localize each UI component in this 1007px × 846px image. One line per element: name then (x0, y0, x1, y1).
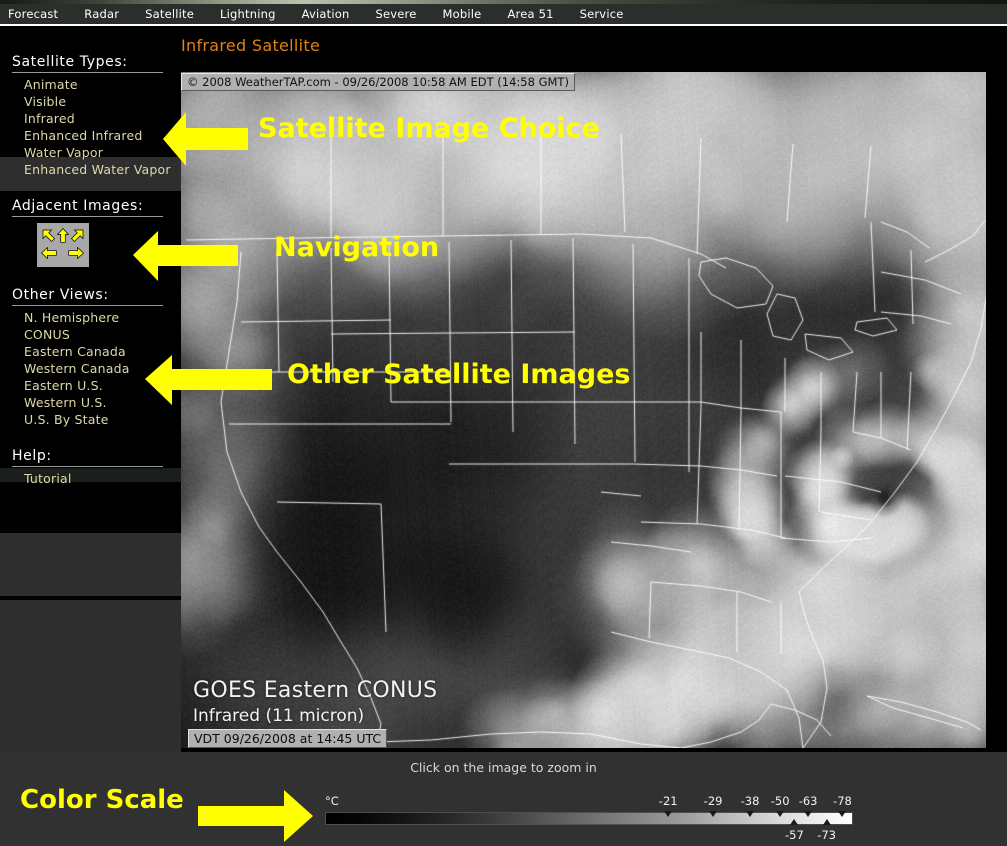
sidebar: Satellite Types: Animate Visible Infrare… (0, 28, 181, 489)
image-caption-vdt: VDT 09/26/2008 at 14:45 UTC (188, 729, 388, 748)
color-scale-tick-mark (822, 819, 831, 825)
sidebar-item-eastern-canada[interactable]: Eastern Canada (0, 343, 181, 360)
arrow-left-icon[interactable] (41, 247, 57, 259)
color-scale-tick-mark (838, 811, 847, 817)
page-title: Infrared Satellite (181, 36, 321, 55)
color-scale-tick-mark (776, 811, 785, 817)
nav-item-area-51[interactable]: Area 51 (507, 7, 553, 21)
sidebar-divider (12, 305, 163, 306)
nav-item-lightning[interactable]: Lightning (220, 7, 276, 21)
color-scale-tick-mark (790, 819, 799, 825)
sidebar-item-visible[interactable]: Visible (0, 93, 181, 110)
sidebar-divider (12, 466, 163, 467)
nav-item-aviation[interactable]: Aviation (302, 7, 350, 21)
nav-item-service[interactable]: Service (580, 7, 624, 21)
color-scale-unit-label: °C (325, 794, 339, 808)
sidebar-section-other-views: Other Views: N. Hemisphere CONUS Eastern… (0, 287, 181, 428)
sidebar-heading-other-views: Other Views: (12, 287, 109, 303)
sidebar-item-infrared[interactable]: Infrared (0, 110, 181, 127)
nav-item-forecast[interactable]: Forecast (8, 7, 58, 21)
sidebar-item-western-us[interactable]: Western U.S. (0, 394, 181, 411)
sidebar-heading-help: Help: (12, 448, 52, 464)
sidebar-heading-satellite-types: Satellite Types: (12, 54, 128, 70)
satellite-image-canvas[interactable] (181, 72, 986, 748)
arrow-up-right-icon[interactable] (70, 229, 84, 243)
color-scale-tick-mark (804, 811, 813, 817)
top-navigation-bar: Forecast Radar Satellite Lightning Aviat… (0, 4, 1007, 26)
sidebar-divider (12, 72, 163, 73)
image-caption-title: GOES Eastern CONUS (193, 678, 438, 703)
color-scale-tick-label: -38 (740, 794, 760, 808)
arrow-right-icon[interactable] (68, 247, 84, 259)
color-scale-tick-label: -78 (833, 794, 852, 808)
nav-item-severe[interactable]: Severe (376, 7, 417, 21)
navigation-arrow-pad[interactable] (37, 223, 89, 267)
color-scale-gradient-bar (325, 812, 853, 825)
sidebar-section-help: Help: Tutorial (0, 448, 181, 487)
color-scale-tick-label: -73 (817, 828, 836, 842)
sidebar-item-us-by-state[interactable]: U.S. By State (0, 411, 181, 428)
nav-item-mobile[interactable]: Mobile (443, 7, 482, 21)
color-scale-tick-label: -57 (784, 828, 804, 842)
color-scale-tick-label: -21 (658, 794, 678, 808)
satellite-image[interactable] (181, 72, 986, 748)
image-caption-band: Infrared (11 micron) (193, 706, 365, 726)
sidebar-section-adjacent-images: Adjacent Images: (0, 198, 181, 267)
sidebar-item-enhanced-water-vapor[interactable]: Enhanced Water Vapor (0, 161, 181, 178)
sidebar-item-western-canada[interactable]: Western Canada (0, 360, 181, 377)
color-scale: °C -21 -29 -38 -50 -63 -78 -57 -73 (325, 794, 853, 844)
zoom-hint-text: Click on the image to zoom in (410, 760, 597, 775)
color-scale-tick-label: -29 (703, 794, 723, 808)
color-scale-tick-mark (709, 811, 718, 817)
arrow-up-icon[interactable] (57, 228, 69, 243)
color-scale-tick-mark (664, 811, 673, 817)
sidebar-section-satellite-types: Satellite Types: Animate Visible Infrare… (0, 54, 181, 178)
sidebar-band (0, 533, 181, 596)
sidebar-item-enhanced-infrared[interactable]: Enhanced Infrared (0, 127, 181, 144)
sidebar-item-water-vapor[interactable]: Water Vapor (0, 144, 181, 161)
sidebar-item-eastern-us[interactable]: Eastern U.S. (0, 377, 181, 394)
copyright-timestamp-bar: © 2008 WeatherTAP.com - 09/26/2008 10:58… (181, 73, 575, 91)
color-scale-tick-mark (746, 811, 755, 817)
sidebar-item-n-hemisphere[interactable]: N. Hemisphere (0, 309, 181, 326)
arrow-up-left-icon[interactable] (42, 229, 56, 243)
color-scale-tick-label: -63 (798, 794, 818, 808)
sidebar-item-tutorial[interactable]: Tutorial (0, 470, 181, 487)
sidebar-item-conus[interactable]: CONUS (0, 326, 181, 343)
nav-item-radar[interactable]: Radar (84, 7, 119, 21)
sidebar-item-animate[interactable]: Animate (0, 76, 181, 93)
color-scale-tick-label: -50 (770, 794, 790, 808)
sidebar-heading-adjacent-images: Adjacent Images: (12, 198, 144, 214)
nav-item-satellite[interactable]: Satellite (145, 7, 194, 21)
sidebar-divider (12, 216, 163, 217)
